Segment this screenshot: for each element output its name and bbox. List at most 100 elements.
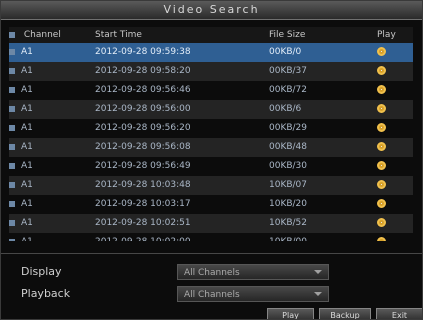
- file-size-cell: 00KB/0: [269, 47, 302, 57]
- start-time-cell: 2012-09-28 09:56:00: [95, 104, 191, 114]
- start-time-cell: 2012-09-28 09:59:38: [95, 47, 191, 57]
- play-icon[interactable]: [377, 180, 386, 189]
- table-row[interactable]: A1 2012-09-28 09:56:46 00KB/72: [9, 81, 413, 100]
- table-row[interactable]: A1 2012-09-28 09:58:20 00KB/37: [9, 62, 413, 81]
- channel-label: A1: [21, 237, 33, 241]
- channel-label: A1: [21, 104, 33, 114]
- channel-label: A1: [21, 142, 33, 152]
- play-cell: [377, 62, 413, 81]
- row-square-icon: [9, 48, 15, 55]
- video-search-window: Video Search Channel Start Time File Siz…: [0, 0, 423, 320]
- file-size-cell: 00KB/72: [269, 85, 308, 95]
- start-time-cell: 2012-09-28 09:56:49: [95, 161, 191, 171]
- play-cell: [377, 233, 413, 241]
- table-row[interactable]: A1 2012-09-28 09:56:20 00KB/29: [9, 119, 413, 138]
- row-square-icon: [9, 181, 15, 188]
- playback-select-value: All Channels: [184, 290, 240, 300]
- start-time-cell: 2012-09-28 09:56:46: [95, 85, 191, 95]
- play-cell: [377, 157, 413, 176]
- channel-label: A1: [21, 218, 33, 228]
- start-time-cell: 2012-09-28 10:02:51: [95, 218, 191, 228]
- file-size-cell: 10KB/52: [269, 218, 308, 228]
- channel-cell: A1: [9, 195, 79, 214]
- channel-label: A1: [21, 66, 33, 76]
- table-header: Channel Start Time File Size Play: [9, 27, 413, 43]
- row-square-icon: [9, 238, 15, 241]
- file-size-cell: 00KB/37: [269, 66, 308, 76]
- file-size-cell: 00KB/30: [269, 161, 308, 171]
- playback-row: Playback All Channels: [21, 283, 411, 305]
- table-row[interactable]: A1 2012-09-28 10:03:48 10KB/07: [9, 176, 413, 195]
- playback-select[interactable]: All Channels: [177, 286, 329, 302]
- start-time-cell: 2012-09-28 10:03:17: [95, 199, 191, 209]
- file-size-cell: 00KB/6: [269, 104, 302, 114]
- start-time-cell: 2012-09-28 09:56:20: [95, 123, 191, 133]
- table-row[interactable]: A1 2012-09-28 10:03:17 10KB/20: [9, 195, 413, 214]
- play-cell: [377, 176, 413, 195]
- table-row[interactable]: A1 2012-09-28 09:56:00 00KB/6: [9, 100, 413, 119]
- play-icon[interactable]: [377, 104, 386, 113]
- channel-cell: A1: [9, 176, 79, 195]
- play-icon[interactable]: [377, 218, 386, 227]
- backup-button[interactable]: Backup: [319, 308, 371, 319]
- display-select[interactable]: All Channels: [177, 264, 329, 280]
- channel-cell: A1: [9, 81, 79, 100]
- row-square-icon: [9, 67, 15, 74]
- table-row[interactable]: A1 2012-09-28 09:59:38 00KB/0: [9, 43, 413, 62]
- row-square-icon: [9, 105, 15, 112]
- channel-cell: A1: [9, 157, 79, 176]
- channel-cell: A1: [9, 100, 79, 119]
- channel-label: A1: [21, 47, 33, 57]
- display-row: Display All Channels: [21, 261, 411, 283]
- display-label: Display: [21, 265, 62, 278]
- recordings-table: Channel Start Time File Size Play A1 2012…: [9, 27, 413, 241]
- dropdown-arrow-icon: [314, 292, 322, 296]
- row-square-icon: [9, 86, 15, 93]
- playback-label: Playback: [21, 287, 71, 300]
- play-icon[interactable]: [377, 237, 386, 241]
- file-size-cell: 10KB/20: [269, 199, 308, 209]
- window-title: Video Search: [1, 1, 422, 20]
- start-time-cell: 2012-09-28 10:03:48: [95, 180, 191, 190]
- start-time-cell: 2012-09-28 09:58:20: [95, 66, 191, 76]
- search-options-form: Display All Channels Playback All Channe…: [21, 261, 411, 305]
- play-icon[interactable]: [377, 199, 386, 208]
- header-play: Play: [377, 30, 396, 40]
- file-size-cell: 10KB/07: [269, 180, 308, 190]
- divider: [1, 253, 422, 254]
- channel-label: A1: [21, 161, 33, 171]
- file-size-cell: 00KB/48: [269, 142, 308, 152]
- channel-cell: A1: [9, 62, 79, 81]
- play-cell: [377, 119, 413, 138]
- play-cell: [377, 43, 413, 62]
- play-icon[interactable]: [377, 66, 386, 75]
- dropdown-arrow-icon: [314, 270, 322, 274]
- play-cell: [377, 138, 413, 157]
- play-icon[interactable]: [377, 47, 386, 56]
- channel-cell: A1: [9, 43, 79, 62]
- table-row[interactable]: A1 2012-09-28 09:56:49 00KB/30: [9, 157, 413, 176]
- table-row[interactable]: A1 2012-09-28 10:02:51 10KB/52: [9, 214, 413, 233]
- table-body: A1 2012-09-28 09:59:38 00KB/0 A1 2012-09-28 …: [9, 43, 413, 241]
- play-icon[interactable]: [377, 85, 386, 94]
- channel-cell: A1: [9, 233, 79, 241]
- header-file-size: File Size: [269, 30, 306, 40]
- file-size-cell: 00KB/29: [269, 123, 308, 133]
- play-icon[interactable]: [377, 123, 386, 132]
- exit-button[interactable]: Exit: [376, 308, 422, 319]
- play-cell: [377, 100, 413, 119]
- play-icon[interactable]: [377, 161, 386, 170]
- play-icon[interactable]: [377, 142, 386, 151]
- channel-label: A1: [21, 85, 33, 95]
- play-cell: [377, 195, 413, 214]
- play-button[interactable]: Play: [267, 308, 314, 319]
- start-time-cell: 2012-09-28 09:56:08: [95, 142, 191, 152]
- header-channel-label: Channel: [23, 30, 61, 40]
- play-cell: [377, 214, 413, 233]
- header-start-time: Start Time: [95, 30, 142, 40]
- row-square-icon: [9, 219, 15, 226]
- display-select-value: All Channels: [184, 268, 240, 278]
- row-square-icon: [9, 200, 15, 207]
- table-row[interactable]: A1 2012-09-28 10:02:00 10KB/00: [9, 233, 413, 241]
- table-row[interactable]: A1 2012-09-28 09:56:08 00KB/48: [9, 138, 413, 157]
